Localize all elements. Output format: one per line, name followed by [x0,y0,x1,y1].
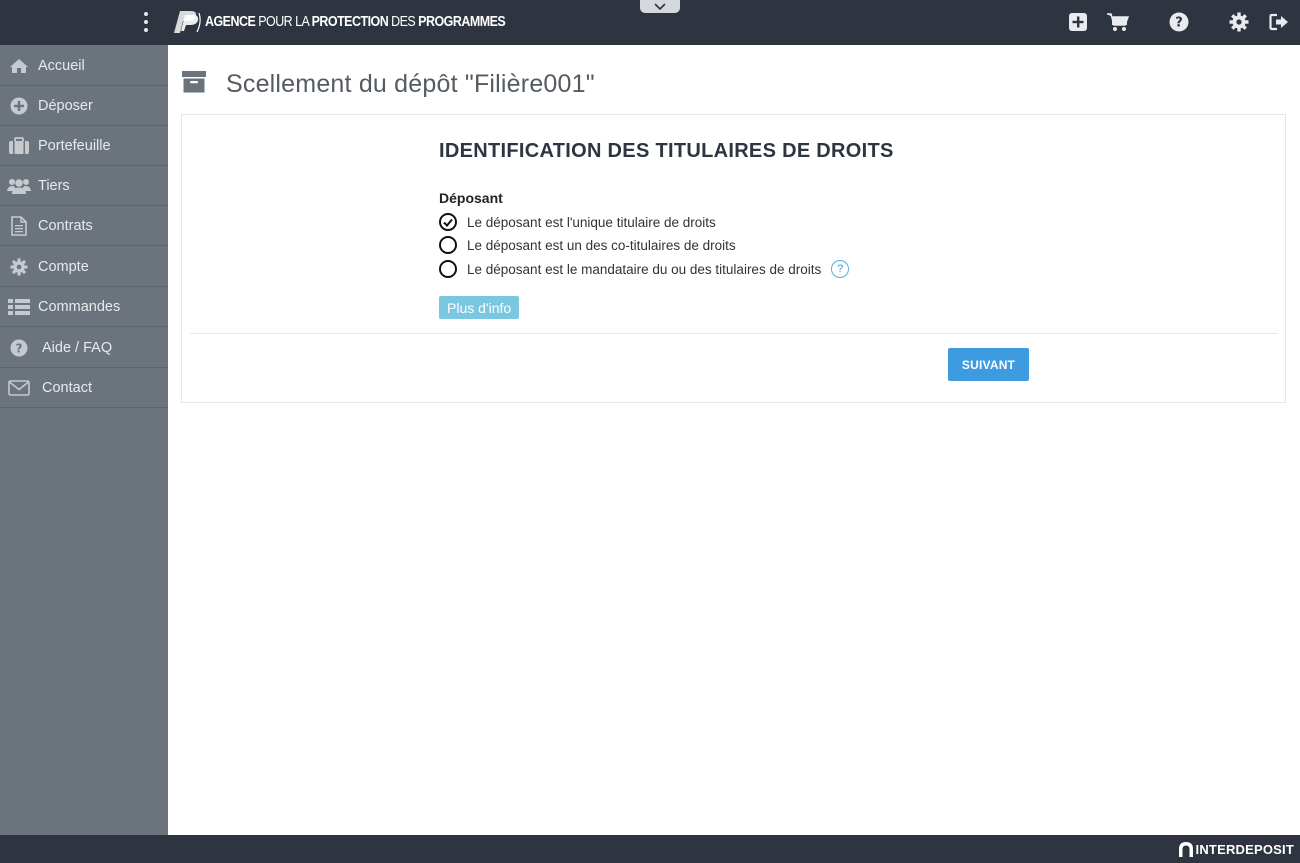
gear-icon[interactable] [1227,10,1251,34]
help-circle-icon[interactable]: ? [1167,10,1191,34]
app-logo[interactable]: AGENCE POUR LA PROTECTION DES PROGRAMMES [171,10,554,34]
sidebar-item-portefeuille[interactable]: Portefeuille [0,126,168,166]
brand-name: AGENCE POUR LA PROTECTION DES PROGRAMMES [205,14,506,30]
divider [190,333,1278,334]
radio-option-co-titulaire[interactable]: Le déposant est un des co-titulaires de … [439,235,736,255]
plus-square-icon[interactable] [1066,10,1090,34]
radio-unchecked-icon[interactable] [439,260,457,278]
list-icon [0,298,38,316]
interdeposit-logo-icon [1178,842,1193,857]
document-icon [0,215,38,236]
more-info-button[interactable]: Plus d'info [439,296,520,319]
radio-unchecked-icon[interactable] [439,236,457,254]
home-icon [0,58,38,74]
sidebar-item-contrats[interactable]: Contrats [0,206,168,246]
radio-checked-icon[interactable] [439,213,457,231]
page-header: Scellement du dépôt "Filière001" [182,64,595,104]
sidebar-item-contact[interactable]: Contact [0,368,168,408]
menu-toggle-icon[interactable] [141,12,151,32]
briefcase-icon [0,136,38,155]
sidebar-item-compte[interactable]: Compte [0,247,168,287]
envelope-icon [0,379,38,396]
page-title: Scellement du dépôt "Filière001" [226,69,595,98]
chevron-down-icon [654,2,666,10]
cart-icon[interactable] [1106,10,1130,34]
sidebar-item-tiers[interactable]: Tiers [0,166,168,206]
sidebar-item-commandes[interactable]: Commandes [0,287,168,327]
logout-icon[interactable] [1267,10,1291,34]
help-question-icon[interactable]: ? [831,260,850,278]
svg-text:?: ? [1175,16,1183,31]
footer: INTERDEPOSIT [0,835,1300,863]
section-title: IDENTIFICATION DES TITULAIRES DE DROITS [439,140,894,162]
next-button[interactable]: SUIVANT [948,348,1029,381]
question-circle-icon: ? [0,339,38,357]
top-bar: AGENCE POUR LA PROTECTION DES PROGRAMMES… [0,0,1300,45]
sidebar-item-aide-faq[interactable]: ? Aide / FAQ [0,328,168,368]
gear-icon [0,257,38,276]
radio-option-unique[interactable]: Le déposant est l'unique titulaire de dr… [439,212,716,232]
sidebar-item-accueil[interactable]: Accueil [0,46,168,86]
users-icon [0,177,38,195]
plus-circle-icon [0,97,38,115]
archive-icon [182,70,206,98]
radio-option-mandataire[interactable]: Le déposant est le mandataire du ou des … [439,259,850,279]
footer-logo: INTERDEPOSIT [1176,840,1294,858]
sidebar: Accueil Déposer Portefeuille Tiers Contr… [0,45,168,835]
sidebar-item-deposer[interactable]: Déposer [0,86,168,126]
app-logo-mark-icon [174,11,201,33]
collapse-tab[interactable] [640,0,680,13]
svg-text:?: ? [16,341,23,355]
group-label-deposant: Déposant [439,190,503,206]
form-card: IDENTIFICATION DES TITULAIRES DE DROITS … [181,114,1286,403]
